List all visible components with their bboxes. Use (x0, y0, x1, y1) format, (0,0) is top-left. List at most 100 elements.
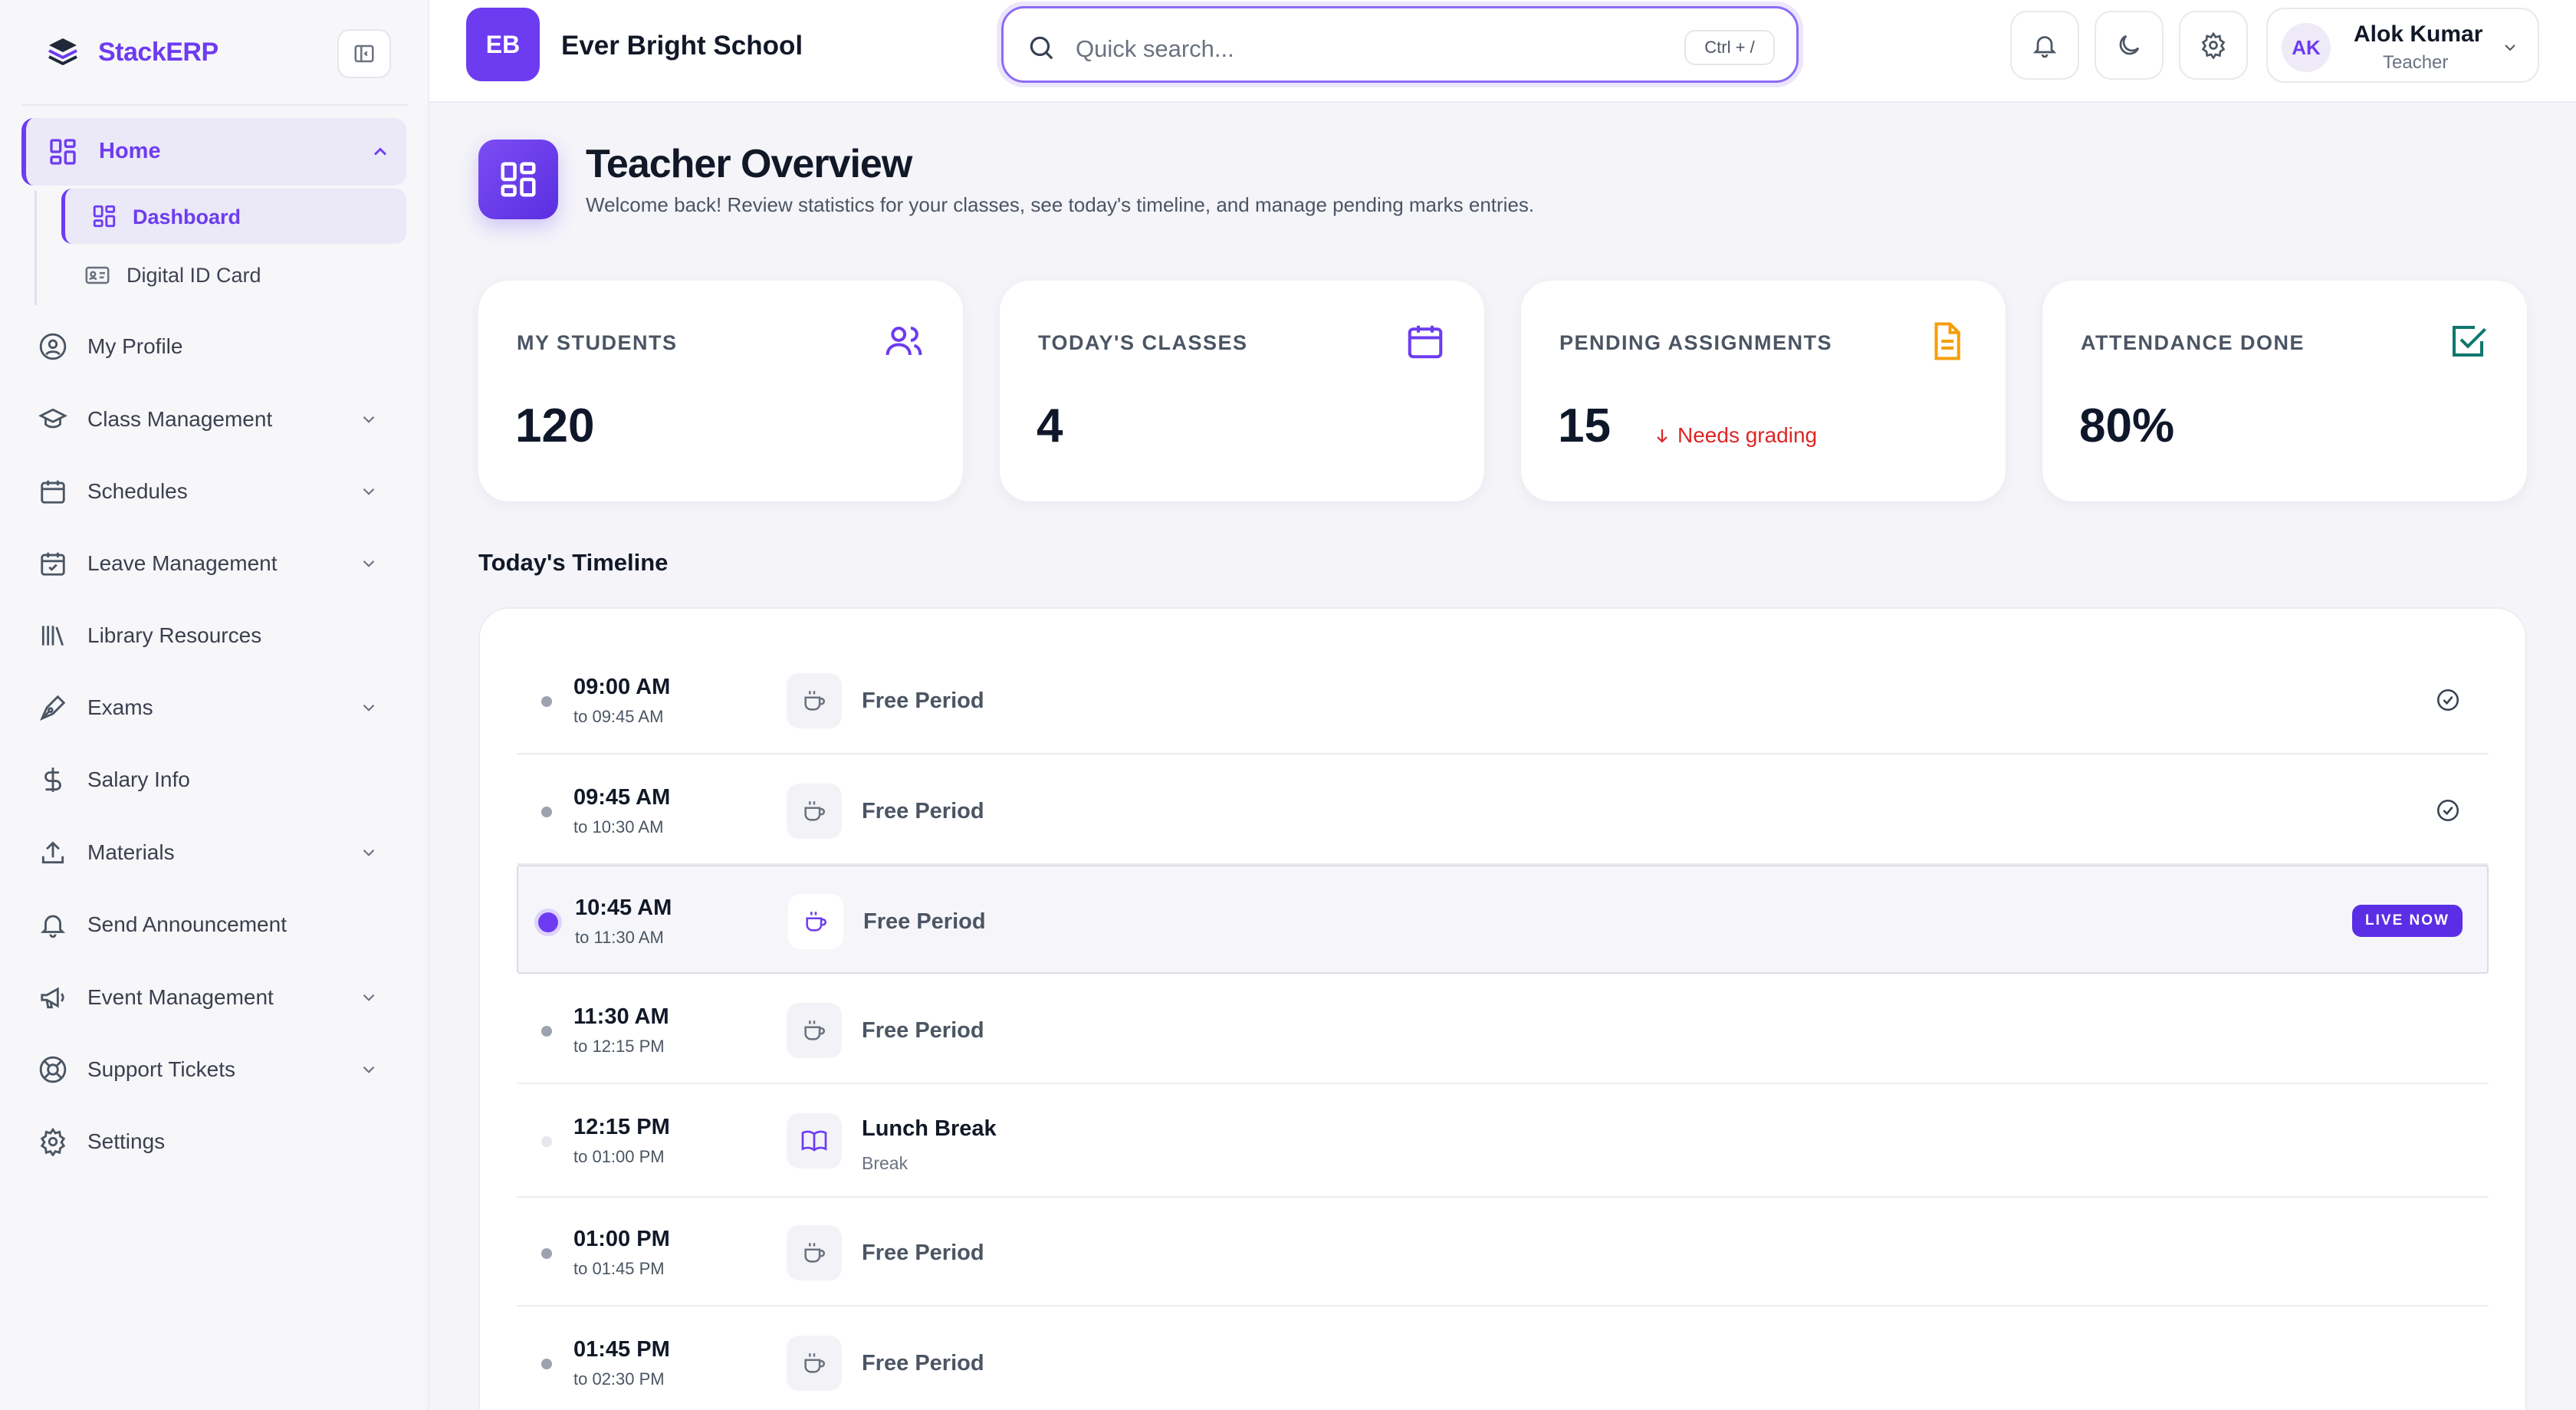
calendar-check-icon (41, 552, 65, 576)
sidebar-item-label: My Profile (87, 334, 183, 358)
arrow-down-icon (1657, 429, 1668, 443)
timeline-sublabel: Break (862, 1153, 909, 1173)
theme-toggle-button[interactable] (2095, 11, 2164, 80)
chevron-down-icon (363, 1066, 375, 1073)
calendar-icon (41, 480, 65, 504)
search-input[interactable]: Quick search... (1076, 35, 1234, 63)
pen-nib-icon (39, 695, 66, 721)
brand-name: StackERP (98, 37, 219, 67)
sidebar-divider (21, 104, 408, 106)
timeline-dot (541, 1248, 552, 1259)
settings-button[interactable] (2179, 11, 2248, 80)
coffee-icon-box (787, 1336, 842, 1391)
coffee-icon (804, 691, 826, 711)
coffee-icon (804, 1243, 826, 1263)
sidebar: StackERP Home Dashboard Digital ID Card … (0, 0, 429, 1410)
timeline-row[interactable]: 09:45 AM to 10:30 AM Free Period (517, 756, 2489, 865)
sidebar-item-label: Schedules (87, 479, 188, 503)
stat-card-my-students: MY STUDENTS 120 (478, 281, 963, 501)
stat-card-attendance-done: ATTENDANCE DONE 80% (2042, 281, 2527, 501)
timeline-row[interactable]: 01:00 PM to 01:45 PM Free Period (517, 1198, 2489, 1306)
coffee-icon-box (787, 784, 842, 839)
sidebar-item-settings[interactable]: Settings (21, 1113, 406, 1168)
sidebar-item-dashboard[interactable]: Dashboard (61, 189, 406, 244)
needs-grading-note: Needs grading (1653, 423, 1817, 448)
timeline-dot (541, 807, 552, 817)
submenu-guide (34, 190, 37, 305)
timeline-label: Free Period (862, 799, 984, 823)
upload-icon (41, 841, 64, 864)
id-card-icon (85, 266, 110, 284)
stat-title: MY STUDENTS (517, 331, 678, 354)
users-icon (886, 327, 922, 356)
timeline-end-time: to 10:30 AM (573, 817, 664, 836)
user-circle-icon (39, 333, 67, 360)
grid-icon (93, 205, 116, 228)
stat-title: ATTENDANCE DONE (2081, 331, 2305, 354)
notifications-button[interactable] (2010, 11, 2079, 80)
timeline-row[interactable]: 11:30 AM to 12:15 PM Free Period (517, 975, 2489, 1084)
school-badge: EB (466, 8, 540, 81)
sidebar-item-materials[interactable]: Materials (21, 824, 406, 879)
sidebar-item-exams[interactable]: Exams (21, 679, 406, 735)
check-square-icon (2452, 325, 2486, 357)
timeline-start-time: 11:30 AM (573, 1004, 669, 1029)
bell-icon (40, 915, 66, 938)
avatar: AK (2282, 23, 2331, 72)
chevron-up-icon (373, 147, 387, 156)
brand[interactable]: StackERP (44, 34, 219, 71)
sidebar-item-send-announcement[interactable]: Send Announcement (21, 896, 406, 952)
timeline-label: Free Period (863, 909, 986, 934)
stack-logo-icon (48, 38, 77, 65)
coffee-icon (804, 1353, 826, 1373)
timeline-end-time: to 11:30 AM (575, 928, 664, 947)
stat-value: 15 (1558, 399, 1611, 452)
sidebar-item-support-tickets[interactable]: Support Tickets (21, 1041, 406, 1096)
chevron-down-icon (363, 560, 375, 567)
sidebar-item-my-profile[interactable]: My Profile (21, 318, 406, 373)
timeline-end-time: to 12:15 PM (573, 1037, 665, 1056)
sidebar-item-class-management[interactable]: Class Management (21, 391, 406, 446)
quick-search-box[interactable]: Quick search... Ctrl + / (1001, 6, 1799, 83)
sidebar-item-digital-id-card[interactable]: Digital ID Card (61, 247, 406, 302)
chevron-down-icon (363, 849, 375, 856)
sidebar-item-home[interactable]: Home (21, 118, 406, 186)
coffee-icon-box (788, 894, 843, 949)
stat-title: PENDING ASSIGNMENTS (1559, 331, 1833, 354)
user-role: Teacher (2383, 52, 2449, 73)
sidebar-item-event-management[interactable]: Event Management (21, 969, 406, 1024)
stat-card-todays-classes: TODAY'S CLASSES 4 (1000, 281, 1484, 501)
sidebar-item-label: Settings (87, 1129, 166, 1153)
user-menu[interactable]: AK Alok Kumar Teacher (2266, 8, 2539, 83)
timeline-row[interactable]: 12:15 PM to 01:00 PM Lunch Break Break (517, 1086, 2489, 1198)
sidebar-item-leave-management[interactable]: Leave Management (21, 535, 406, 590)
sidebar-item-library-resources[interactable]: Library Resources (21, 607, 406, 662)
sidebar-item-schedules[interactable]: Schedules (21, 463, 406, 518)
stat-value: 80% (2079, 399, 2175, 452)
timeline-row[interactable]: 01:45 PM to 02:30 PM Free Period (517, 1308, 2489, 1410)
timeline-end-time: to 02:30 PM (573, 1369, 665, 1389)
sidebar-item-salary-info[interactable]: Salary Info (21, 751, 406, 807)
coffee-icon-box (787, 1225, 842, 1280)
timeline-start-time: 10:45 AM (575, 896, 672, 920)
timeline-dot (541, 696, 552, 707)
timeline-end-time: to 01:45 PM (573, 1259, 665, 1278)
calendar-icon (1408, 325, 1443, 359)
page-title: Teacher Overview (586, 142, 912, 186)
sidebar-collapse-icon (354, 44, 374, 63)
bell-icon (2032, 36, 2057, 58)
coffee-icon (804, 1021, 826, 1040)
timeline-row[interactable]: 09:00 AM to 09:45 AM Free Period (517, 646, 2489, 754)
grid-icon (501, 162, 536, 197)
open-book-icon (801, 1130, 827, 1152)
page-icon (478, 140, 558, 219)
coffee-icon (804, 801, 826, 821)
timeline-row-live[interactable]: 10:45 AM to 11:30 AM Free Period LIVE NO… (517, 865, 2489, 974)
sidebar-item-label: Exams (87, 695, 153, 719)
collapse-sidebar-button[interactable] (337, 29, 391, 78)
sidebar-item-label: Materials (87, 840, 175, 864)
gear-icon (40, 1127, 66, 1156)
timeline-dot (541, 1359, 552, 1369)
chevron-down-icon (363, 488, 375, 495)
timeline-label: Free Period (862, 1241, 984, 1265)
